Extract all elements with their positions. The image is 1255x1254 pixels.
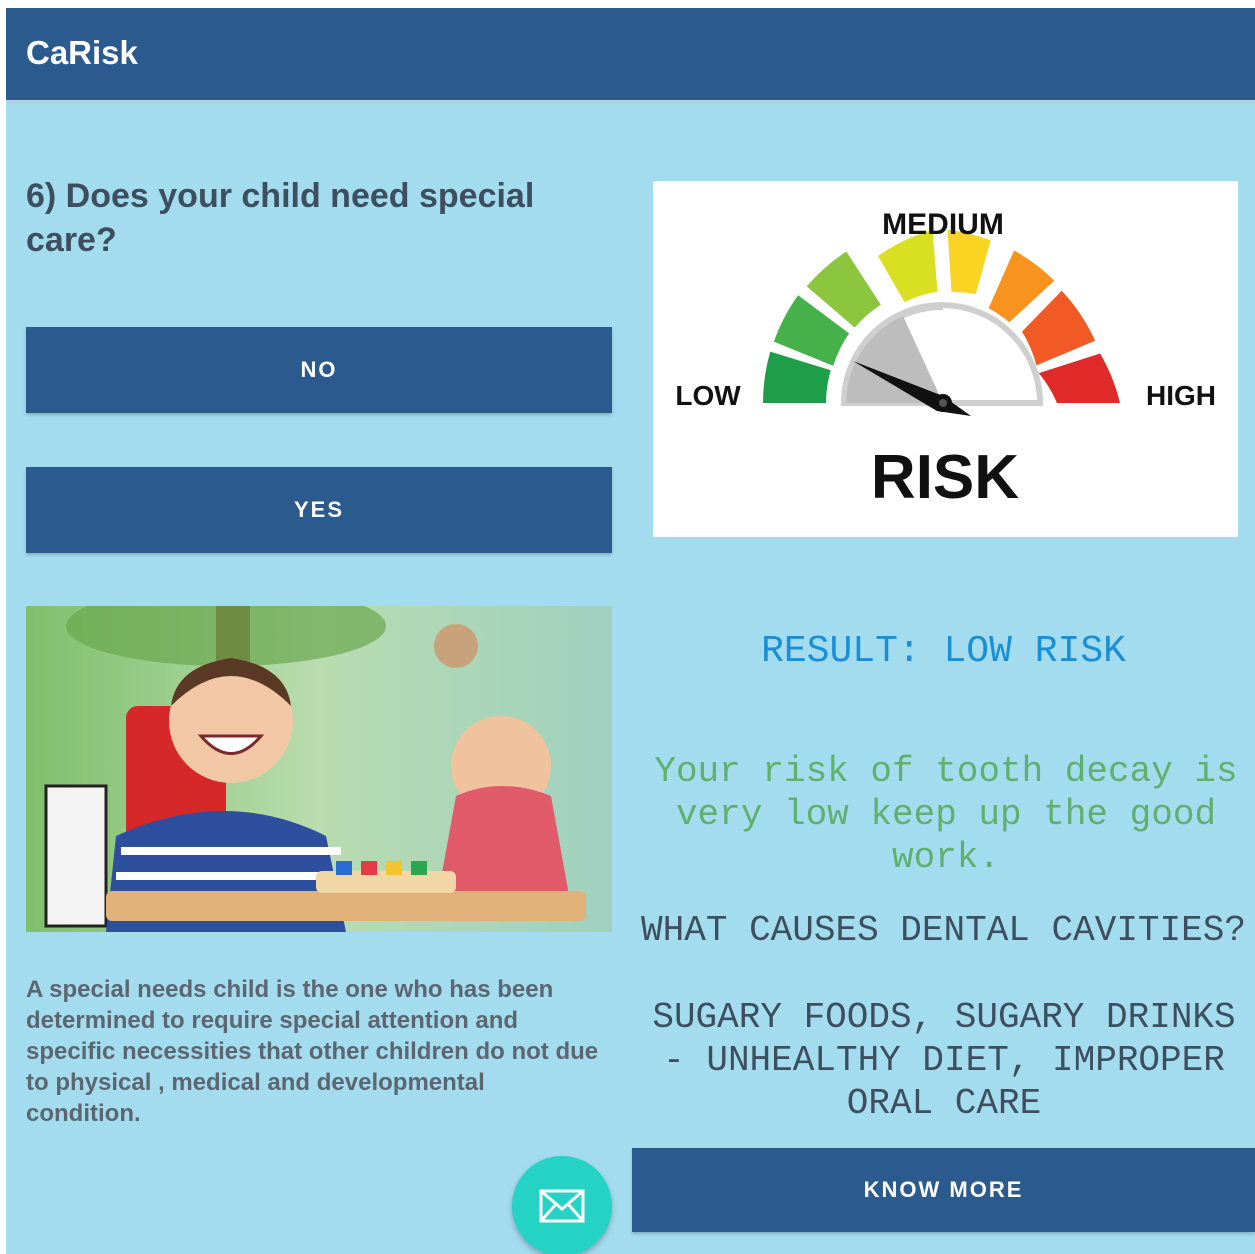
causes-answer: SUGARY FOODS, SUGARY DRINKS - UNHEALTHY … bbox=[652, 997, 1236, 1124]
app-title: CaRisk bbox=[26, 34, 138, 71]
special-needs-description: A special needs child is the one who has… bbox=[26, 976, 599, 1127]
result-heading: RESULT: LOW RISK bbox=[761, 630, 1126, 673]
mail-fab-button[interactable] bbox=[512, 1156, 612, 1254]
know-more-button[interactable]: KNOW MORE bbox=[632, 1148, 1255, 1232]
meter-label-low: LOW bbox=[675, 380, 741, 411]
result-message: Your risk of tooth decay is very low kee… bbox=[654, 751, 1238, 878]
gauge-segment bbox=[1038, 353, 1120, 403]
risk-meter-image: MEDIUM LOW HIGH RISK bbox=[653, 181, 1238, 537]
app-bar: CaRisk bbox=[6, 8, 1255, 103]
causes-question: WHAT CAUSES DENTAL CAVITIES? bbox=[641, 910, 1246, 951]
meter-label-medium: MEDIUM bbox=[882, 208, 1004, 241]
yes-button[interactable]: YES bbox=[26, 467, 612, 553]
question-text: 6) Does your child need special care? bbox=[26, 177, 535, 259]
meter-label-risk: RISK bbox=[871, 443, 1019, 512]
no-button[interactable]: NO bbox=[26, 327, 612, 413]
mail-icon bbox=[539, 1189, 585, 1223]
special-needs-child-photo bbox=[26, 606, 612, 932]
app-screen: CaRisk 6) Does your child need special c… bbox=[6, 8, 1255, 1254]
meter-label-high: HIGH bbox=[1146, 380, 1216, 411]
gauge-segment bbox=[1022, 290, 1096, 366]
